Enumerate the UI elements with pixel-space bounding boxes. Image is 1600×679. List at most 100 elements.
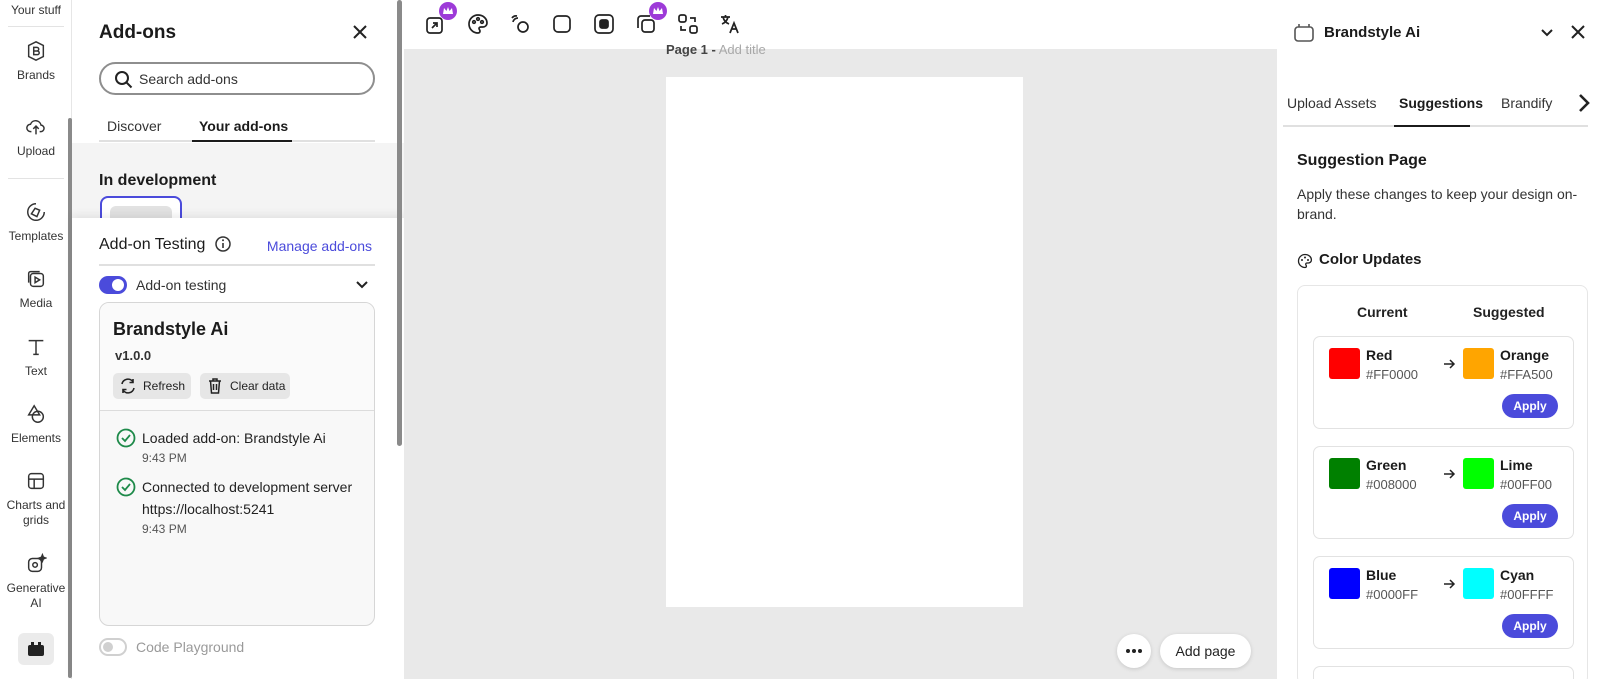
toggle-knob bbox=[112, 279, 124, 291]
tab-upload-assets[interactable]: Upload Assets bbox=[1287, 95, 1377, 111]
rail-item-generative-ai[interactable]: Generative AI bbox=[0, 553, 72, 611]
search-input[interactable] bbox=[139, 68, 359, 90]
more-options-button[interactable] bbox=[1117, 634, 1151, 668]
mask-icon[interactable] bbox=[592, 12, 616, 36]
rail-item-charts-and-grids[interactable]: Charts and grids bbox=[0, 470, 72, 528]
design-page[interactable] bbox=[666, 77, 1023, 607]
section-description: Apply these changes to keep your design … bbox=[1297, 186, 1578, 222]
column-header-suggested: Suggested bbox=[1473, 304, 1545, 320]
suggested-color-name: Orange bbox=[1500, 347, 1550, 363]
search-icon bbox=[115, 71, 133, 89]
brands-icon bbox=[27, 41, 45, 61]
arrow-right-icon bbox=[1444, 359, 1456, 369]
current-color-swatch bbox=[1329, 458, 1360, 489]
tab-discover[interactable]: Discover bbox=[107, 118, 161, 134]
page-title-input[interactable]: Add title bbox=[719, 42, 766, 57]
dev-add-on-thumbnail[interactable] bbox=[100, 196, 182, 220]
rail-item-brands[interactable]: Brands bbox=[0, 40, 72, 83]
rail-item-upload[interactable]: Upload bbox=[0, 116, 72, 159]
current-color-swatch bbox=[1329, 568, 1360, 599]
crown-icon bbox=[653, 7, 663, 14]
rail-item-label: Media bbox=[19, 296, 53, 310]
add-ons-icon bbox=[28, 642, 44, 656]
column-header-current: Current bbox=[1357, 304, 1408, 320]
code-playground-toggle[interactable] bbox=[99, 638, 127, 656]
manage-add-ons-link[interactable]: Manage add-ons bbox=[267, 238, 372, 254]
apply-button[interactable]: Apply bbox=[1502, 504, 1558, 528]
rail-item-label: Charts and grids bbox=[6, 498, 66, 527]
chevron-down-icon[interactable] bbox=[354, 276, 370, 292]
log-time: 9:43 PM bbox=[142, 522, 187, 536]
close-icon[interactable] bbox=[350, 22, 370, 42]
shape-icon[interactable] bbox=[550, 12, 574, 36]
color-update-card: Green #008000 Lime #00FF00 Apply bbox=[1313, 446, 1574, 539]
color-update-card: Red #FF0000 Orange #FFA500 Apply bbox=[1313, 336, 1574, 429]
rail-item-label: Generative AI bbox=[6, 581, 66, 610]
color-palette-icon[interactable] bbox=[466, 12, 490, 36]
add-ons-button[interactable] bbox=[18, 633, 54, 665]
tab-your-add-ons[interactable]: Your add-ons bbox=[199, 118, 288, 134]
replace-icon[interactable] bbox=[676, 12, 700, 36]
chevron-right-icon[interactable] bbox=[1575, 92, 1593, 114]
panel-scrollbar[interactable] bbox=[397, 0, 402, 446]
rail-item-your-stuff[interactable]: Your stuff bbox=[0, 3, 72, 18]
panel-title: Add-ons bbox=[99, 22, 177, 43]
apply-button[interactable]: Apply bbox=[1502, 614, 1558, 638]
info-icon[interactable] bbox=[214, 235, 232, 253]
heading-label: Color Updates bbox=[1319, 251, 1422, 268]
add-on-testing-toggle[interactable] bbox=[99, 276, 127, 294]
rail-item-label: Your stuff bbox=[10, 3, 62, 17]
rail-item-text[interactable]: Text bbox=[0, 336, 72, 379]
apply-button[interactable]: Apply bbox=[1502, 394, 1558, 418]
tab-active-indicator bbox=[192, 140, 292, 142]
divider bbox=[8, 178, 64, 179]
chevron-down-icon[interactable] bbox=[1539, 24, 1555, 40]
section-title: Add-on Testing bbox=[99, 236, 206, 253]
media-icon bbox=[27, 270, 45, 288]
color-update-card bbox=[1313, 666, 1574, 679]
left-rail: Your stuff Brands Upload Templates Media… bbox=[0, 0, 72, 679]
toolbar bbox=[404, 0, 1277, 49]
toggle-knob bbox=[103, 642, 113, 652]
toggle-label: Code Playground bbox=[136, 639, 245, 655]
refresh-button[interactable]: Refresh bbox=[113, 373, 191, 399]
premium-badge bbox=[439, 2, 457, 20]
current-color-name: Blue bbox=[1366, 567, 1397, 583]
rail-item-add-ons[interactable] bbox=[0, 633, 72, 665]
tab-suggestions[interactable]: Suggestions bbox=[1399, 95, 1483, 111]
grid-icon bbox=[27, 472, 45, 490]
rail-item-templates[interactable]: Templates bbox=[0, 201, 72, 244]
add-on-version: v1.0.0 bbox=[115, 348, 152, 363]
sparkle-icon bbox=[27, 553, 47, 573]
close-icon[interactable] bbox=[1568, 22, 1588, 42]
suggested-color-swatch bbox=[1463, 568, 1494, 599]
rail-item-elements[interactable]: Elements bbox=[0, 403, 72, 446]
add-ons-panel: Add-ons Discover Your add-ons In develop… bbox=[72, 0, 404, 679]
canvas-area[interactable]: Page 1 - Add title bbox=[404, 42, 1277, 679]
add-on-card: Brandstyle Ai v1.0.0 Refresh Clear data … bbox=[99, 302, 375, 626]
current-color-hex: #0000FF bbox=[1366, 587, 1419, 602]
rail-item-label: Text bbox=[24, 364, 47, 378]
button-label: Refresh bbox=[143, 379, 186, 393]
rail-item-media[interactable]: Media bbox=[0, 268, 72, 311]
elements-icon bbox=[27, 404, 45, 423]
color-update-card: Blue #0000FF Cyan #00FFFF Apply bbox=[1313, 556, 1574, 649]
add-ons-header: Add-ons Discover Your add-ons In develop… bbox=[72, 0, 404, 220]
templates-icon bbox=[27, 203, 45, 221]
tab-brandify[interactable]: Brandify bbox=[1501, 95, 1552, 111]
crown-icon bbox=[443, 7, 453, 14]
animate-icon[interactable] bbox=[508, 12, 532, 36]
log-time: 9:43 PM bbox=[142, 451, 187, 465]
translate-icon[interactable] bbox=[718, 12, 742, 36]
brandstyle-panel: Brandstyle Ai Upload Assets Suggestions … bbox=[1277, 0, 1600, 679]
current-color-hex: #FF0000 bbox=[1366, 367, 1419, 382]
suggested-color-swatch bbox=[1463, 458, 1494, 489]
tab-active-indicator bbox=[1394, 125, 1470, 127]
cloud-upload-icon bbox=[26, 119, 45, 135]
add-page-button[interactable]: Add page bbox=[1160, 634, 1251, 668]
premium-badge bbox=[649, 2, 667, 20]
search-box[interactable] bbox=[99, 62, 375, 95]
clear-data-button[interactable]: Clear data bbox=[200, 373, 290, 399]
current-color-name: Green bbox=[1366, 457, 1407, 473]
rail-item-label: Upload bbox=[16, 144, 56, 158]
